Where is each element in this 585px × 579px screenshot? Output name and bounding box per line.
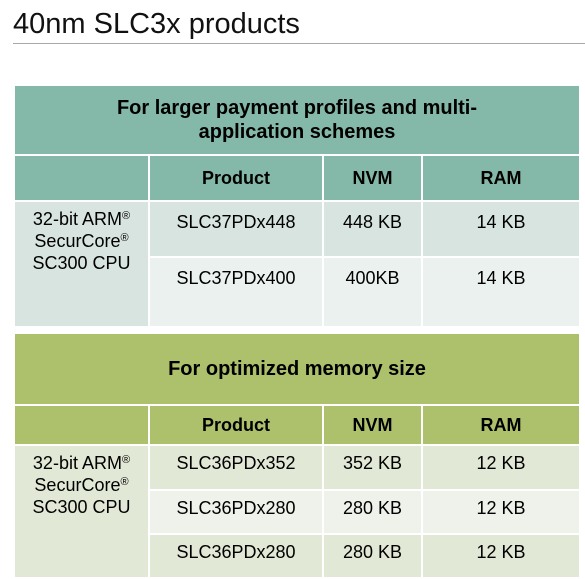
column-header-cpu	[13, 154, 150, 202]
table-row: 32-bit ARM® SecurCore® SC300 CPU SLC37PD…	[13, 200, 581, 328]
cpu-line-1: 32-bit ARM	[32, 209, 122, 229]
cpu-cell: 32-bit ARM® SecurCore® SC300 CPU	[13, 444, 150, 579]
cpu-cell: 32-bit ARM® SecurCore® SC300 CPU	[13, 200, 150, 328]
registered-mark: ®	[120, 232, 129, 244]
ram-cell: 12 KB	[420, 444, 582, 491]
table-banner-row: For larger payment profiles and multi- a…	[13, 84, 581, 156]
column-header-nvm: NVM	[322, 404, 423, 446]
column-header-cpu	[13, 404, 150, 446]
cpu-line-2: SecurCore	[34, 231, 121, 251]
page-title: 40nm SLC3x products	[13, 8, 300, 40]
registered-mark: ®	[120, 476, 129, 488]
table-banner: For larger payment profiles and multi- a…	[13, 84, 581, 156]
banner-line-2: application schemes	[198, 121, 396, 143]
ram-cell: 14 KB	[421, 200, 581, 258]
product-cell: SLC37PDx448	[148, 200, 324, 258]
product-cell: SLC36PDx280	[148, 533, 324, 579]
product-table-optimized-memory: For optimized memory size Product NVM RA…	[12, 332, 582, 579]
title-divider	[13, 43, 585, 44]
ram-cell: 12 KB	[420, 489, 582, 535]
table-banner-row: For optimized memory size	[12, 332, 582, 406]
table-row: 32-bit ARM® SecurCore® SC300 CPU SLC36PD…	[13, 444, 582, 579]
nvm-cell: 448 KB	[322, 200, 423, 258]
registered-mark: ®	[121, 210, 131, 222]
table-banner: For optimized memory size	[12, 332, 582, 406]
column-header-row: Product NVM RAM	[13, 154, 581, 202]
nvm-cell: 280 KB	[322, 489, 423, 535]
banner-line-1: For larger payment profiles and multi-	[116, 97, 478, 119]
product-cell: SLC36PDx280	[148, 489, 324, 535]
product-cell: SLC36PDx352	[148, 444, 324, 491]
product-cell: SLC37PDx400	[148, 256, 324, 328]
ram-cell: 12 KB	[420, 533, 582, 579]
column-header-nvm: NVM	[322, 154, 423, 202]
column-header-ram: RAM	[420, 404, 582, 446]
cpu-line-1: 32-bit ARM	[32, 453, 122, 473]
column-header-product: Product	[148, 404, 324, 446]
cpu-line-2: SecurCore	[34, 475, 121, 495]
ram-cell: 14 KB	[421, 256, 581, 328]
nvm-cell: 400KB	[322, 256, 423, 328]
column-header-ram: RAM	[421, 154, 581, 202]
nvm-cell: 280 KB	[322, 533, 423, 579]
column-header-product: Product	[148, 154, 324, 202]
registered-mark: ®	[121, 454, 131, 466]
cpu-line-3: SC300 CPU	[32, 253, 131, 273]
cpu-line-3: SC300 CPU	[32, 497, 131, 517]
product-table-larger-profiles: For larger payment profiles and multi- a…	[13, 84, 581, 328]
column-header-row: Product NVM RAM	[13, 404, 582, 446]
nvm-cell: 352 KB	[322, 444, 423, 491]
